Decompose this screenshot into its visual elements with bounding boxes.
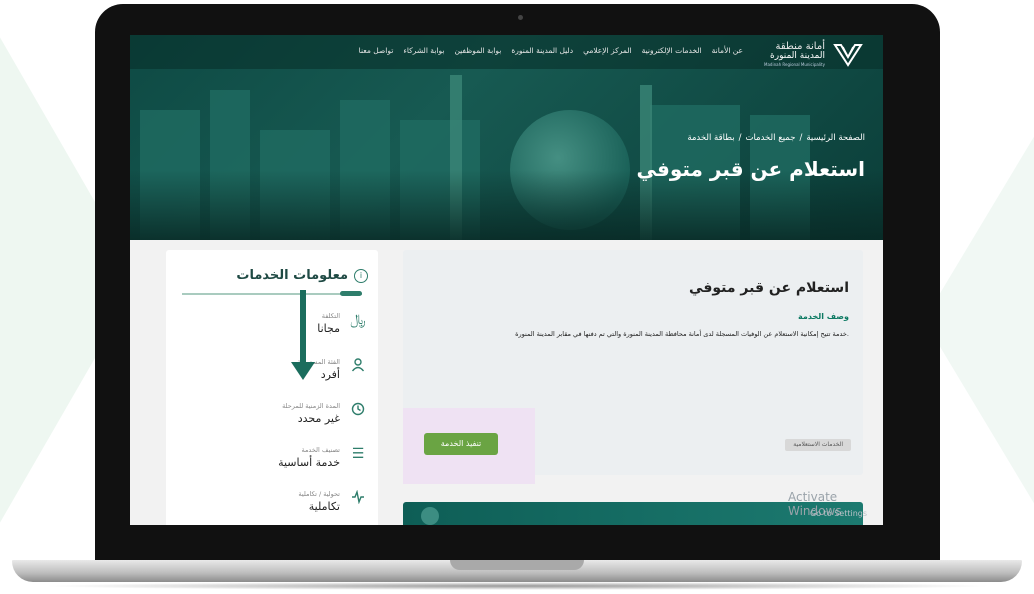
arrow-annotation: [300, 290, 306, 365]
info-panel-header: i معلومات الخدمات: [236, 268, 368, 283]
menu-item-employees[interactable]: بوابة الموظفين: [454, 46, 501, 55]
list-icon: ☰: [351, 446, 365, 462]
background-shape: [924, 120, 1034, 520]
clock-icon: [350, 402, 366, 418]
site-logo[interactable]: أمانة منطقة المدينة المنورة Madinah Regi…: [764, 41, 865, 67]
execute-service-button[interactable]: تنفيذ الخدمة: [424, 433, 498, 455]
menu-item-contact[interactable]: تواصل معنا: [359, 46, 394, 55]
palm-leaf-logo-icon: [833, 44, 863, 67]
info-label: المدة الزمنية للمرحلة: [282, 402, 340, 410]
activation-watermark-sub: Go to Settings: [810, 509, 868, 518]
browser-screen: أمانة منطقة المدينة المنورة Madinah Regi…: [130, 35, 883, 525]
camera-icon: [518, 15, 523, 20]
breadcrumb: الصفحة الرئيسية / جميع الخدمات / بطاقة ا…: [687, 133, 865, 143]
laptop-notch: [450, 560, 584, 570]
logo-subtitle: المدينة المنورة: [770, 50, 825, 61]
menu-item-partners[interactable]: بوابة الشركاء: [403, 46, 444, 55]
breadcrumb-services[interactable]: جميع الخدمات: [745, 133, 795, 143]
info-row-duration: المدة الزمنية للمرحلة غير محدد: [282, 402, 366, 425]
pulse-icon: [350, 489, 366, 506]
breadcrumb-current: بطاقة الخدمة: [687, 133, 735, 143]
expand-icon[interactable]: [421, 507, 439, 525]
info-row-text: تحولية / تكاملية تكاملية: [298, 490, 340, 513]
info-value: خدمة أساسية: [278, 456, 340, 469]
info-row-integration: تحولية / تكاملية تكاملية: [298, 489, 366, 513]
info-label: تصنيف الخدمة: [301, 446, 340, 454]
divider: [182, 293, 362, 295]
user-icon: [350, 358, 366, 374]
menu-item-eservices[interactable]: الخدمات الإلكترونية: [642, 46, 702, 55]
arrow-down-icon: [291, 362, 315, 380]
info-row-category: ☰ تصنيف الخدمة خدمة أساسية: [278, 446, 366, 469]
service-info-panel: i معلومات الخدمات ﷼ التكلفة مجانا الفئة …: [166, 250, 378, 525]
info-row-text: المدة الزمنية للمرحلة غير محدد: [282, 402, 340, 425]
service-card: استعلام عن قبر متوفي وصف الخدمة خدمة تتي…: [403, 250, 863, 484]
info-row-cost: ﷼ التكلفة مجانا: [317, 312, 366, 335]
info-row-text: التكلفة مجانا: [317, 312, 340, 335]
description-label: وصف الخدمة: [798, 312, 849, 321]
info-row-text: تصنيف الخدمة خدمة أساسية: [278, 446, 340, 469]
menu-item-city-guide[interactable]: دليل المدينة المنورة: [511, 46, 573, 55]
service-category-tag: الخدمات الاستعلامية: [785, 439, 851, 451]
logo-english: Madinah Regional Municipality: [764, 61, 825, 67]
info-value: مجانا: [317, 322, 340, 335]
info-label: تحولية / تكاملية: [298, 490, 340, 498]
service-title: استعلام عن قبر متوفي: [689, 280, 849, 296]
riyal-icon: ﷼: [350, 312, 366, 328]
menu-item-about[interactable]: عن الأمانة: [712, 46, 743, 55]
logo-text: أمانة منطقة المدينة المنورة Madinah Regi…: [764, 40, 825, 67]
laptop-shadow: [40, 582, 995, 590]
info-value: تكاملية: [308, 500, 340, 513]
info-panel-title: معلومات الخدمات: [236, 268, 348, 283]
info-icon: i: [354, 268, 368, 283]
info-value: غير محدد: [297, 412, 340, 425]
info-label: التكلفة: [321, 312, 340, 320]
logo-title: أمانة منطقة: [775, 40, 825, 52]
main-menu: عن الأمانة الخدمات الإلكترونية المركز ال…: [359, 46, 743, 55]
breadcrumb-home[interactable]: الصفحة الرئيسية: [806, 133, 865, 143]
breadcrumb-separator: /: [738, 133, 742, 143]
divider-accent: [340, 291, 362, 296]
breadcrumb-separator: /: [799, 133, 803, 143]
page-title: استعلام عن قبر متوفي: [636, 157, 866, 181]
hero-banner: أمانة منطقة المدينة المنورة Madinah Regi…: [130, 35, 883, 240]
description-text: خدمة تتيح إمكانية الاستعلام عن الوفيات ا…: [515, 330, 849, 338]
top-navigation: أمانة منطقة المدينة المنورة Madinah Regi…: [130, 35, 883, 69]
menu-item-media[interactable]: المركز الإعلامي: [583, 46, 632, 55]
